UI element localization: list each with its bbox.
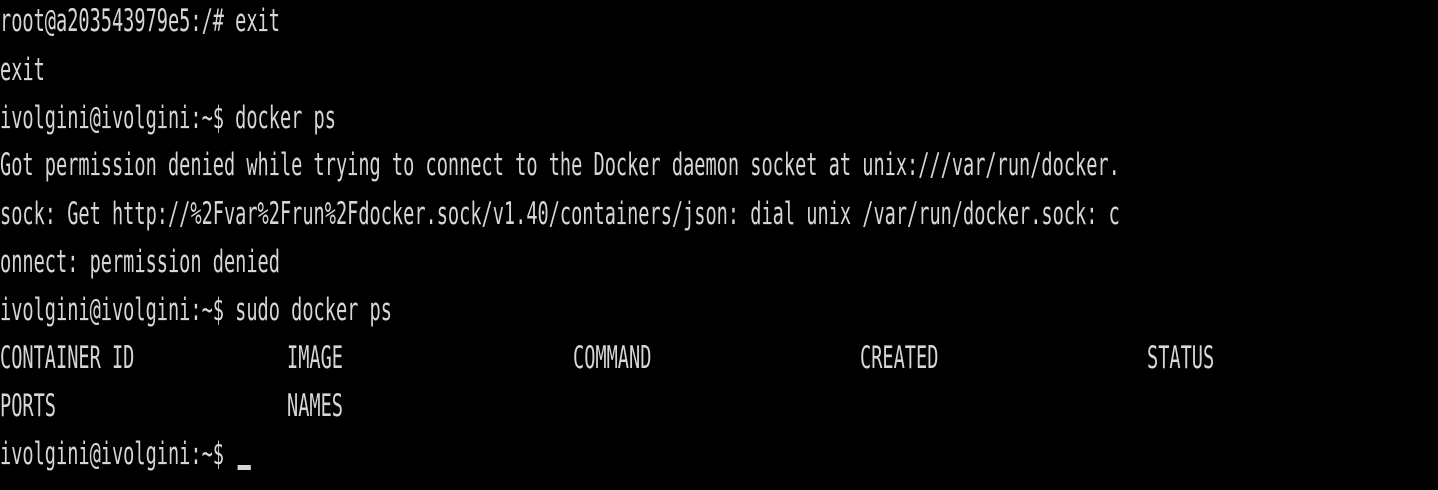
terminal-line: root@a203543979e5:/# exit (0, 3, 280, 39)
column-header-created: CREATED (860, 340, 939, 376)
terminal-line: Got permission denied while trying to co… (0, 147, 1120, 183)
column-header-ports: PORTS (0, 388, 56, 424)
terminal-line: ivolgini@ivolgini:~$ sudo docker ps (0, 292, 392, 328)
terminal-window[interactable]: root@a203543979e5:/# exit exit ivolgini@… (0, 0, 1438, 490)
shell-prompt: ivolgini@ivolgini:~$ (0, 436, 236, 472)
terminal-line: sock: Get http://%2Fvar%2Frun%2Fdocker.s… (0, 196, 1120, 232)
column-header-image: IMAGE (287, 340, 343, 376)
terminal-line: exit (0, 52, 45, 88)
terminal-line: onnect: permission denied (0, 244, 280, 280)
column-header-status: STATUS (1147, 340, 1215, 376)
text-cursor (237, 465, 251, 470)
column-header-names: NAMES (287, 388, 343, 424)
command-input-line[interactable]: ivolgini@ivolgini:~$ (0, 430, 251, 478)
terminal-line: ivolgini@ivolgini:~$ docker ps (0, 100, 336, 136)
column-header-command: COMMAND (573, 340, 652, 376)
column-header-container-id: CONTAINER ID (0, 340, 135, 376)
